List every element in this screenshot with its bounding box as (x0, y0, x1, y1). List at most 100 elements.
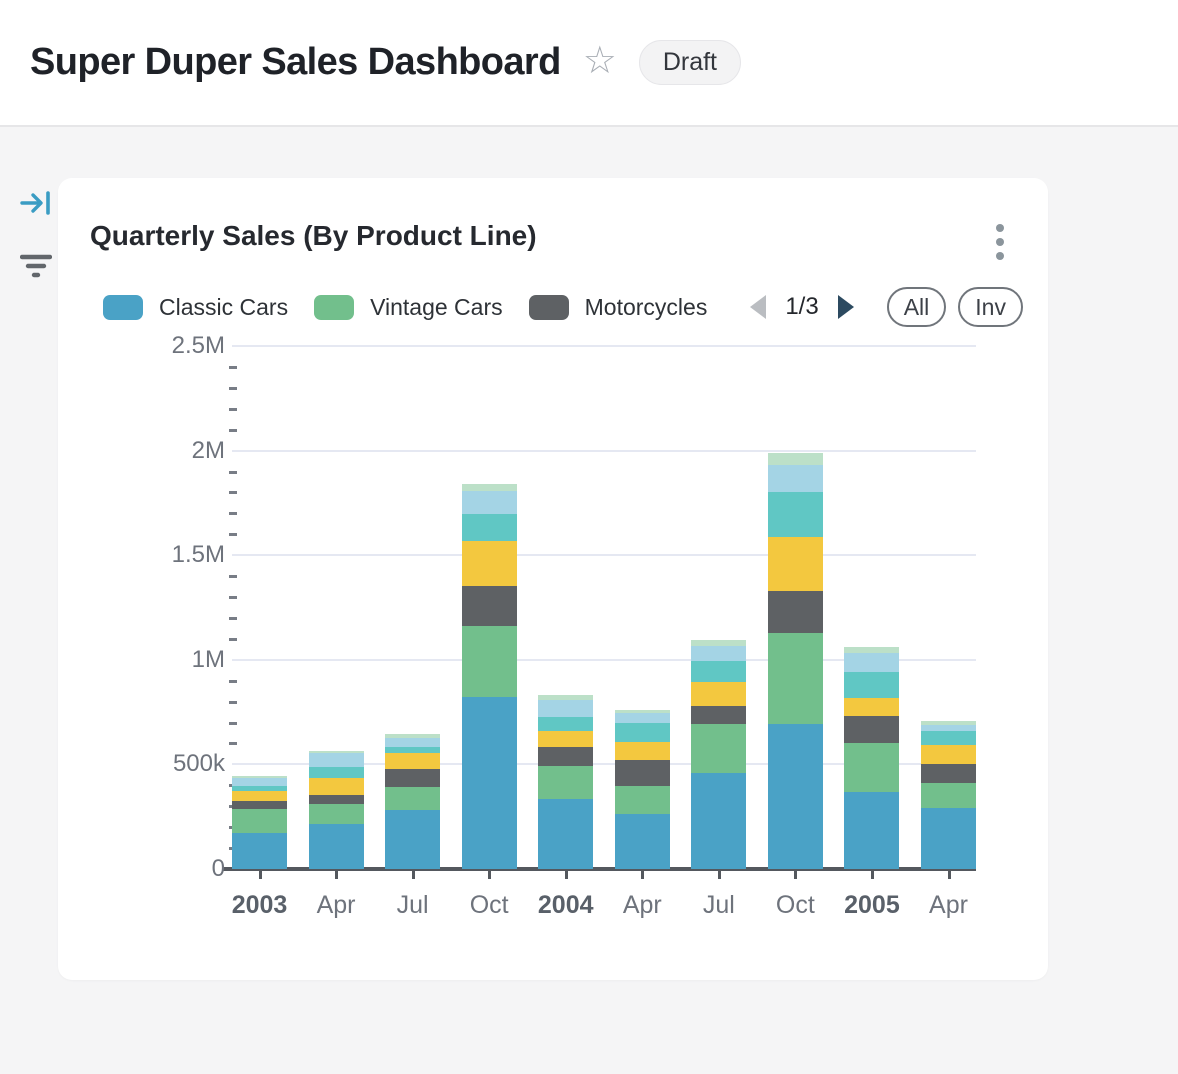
legend-item-vintage-cars[interactable]: Vintage Cars (314, 294, 503, 321)
bar-segment[interactable] (691, 724, 746, 773)
bar-segment[interactable] (921, 764, 976, 783)
bar-segment[interactable] (309, 753, 364, 767)
bar-segment[interactable] (385, 753, 440, 768)
kebab-menu-icon[interactable] (990, 220, 1010, 264)
gridline-2.5M (232, 345, 976, 347)
bar-segment[interactable] (538, 766, 593, 798)
bar-segment[interactable] (768, 465, 823, 492)
bar-segment[interactable] (462, 491, 517, 514)
x-axis-tick (948, 871, 951, 879)
bar-segment[interactable] (309, 804, 364, 824)
x-axis-tick (794, 871, 797, 879)
bar-Oct-7[interactable] (768, 452, 823, 869)
bar-segment[interactable] (615, 742, 670, 760)
y-axis-minor-tick (229, 596, 237, 599)
chart-card-header: Quarterly Sales (By Product Line) (58, 178, 1048, 264)
bar-segment[interactable] (768, 492, 823, 537)
bar-segment[interactable] (844, 647, 899, 654)
y-axis-minor-tick (229, 722, 237, 725)
bar-2003-0[interactable] (232, 776, 287, 869)
bar-segment[interactable] (232, 778, 287, 785)
y-axis-minor-tick (229, 680, 237, 683)
y-axis-minor-tick (229, 512, 237, 515)
bar-2004-4[interactable] (538, 695, 593, 869)
bar-segment[interactable] (921, 745, 976, 764)
bar-segment[interactable] (309, 795, 364, 804)
bar-segment[interactable] (844, 698, 899, 716)
favorite-star-icon[interactable]: ☆ (583, 42, 617, 80)
filter-icon[interactable] (20, 253, 52, 284)
x-axis-tick (335, 871, 338, 879)
y-axis-label: 0 (75, 855, 225, 883)
bar-segment[interactable] (615, 786, 670, 813)
bar-segment[interactable] (232, 809, 287, 833)
bar-segment[interactable] (844, 653, 899, 672)
bar-segment[interactable] (844, 792, 899, 869)
legend-swatch (314, 295, 354, 320)
bar-segment[interactable] (385, 769, 440, 787)
bar-segment[interactable] (921, 783, 976, 808)
legend-inv-button[interactable]: Inv (958, 287, 1023, 328)
bar-segment[interactable] (768, 537, 823, 591)
bar-segment[interactable] (921, 808, 976, 870)
bar-segment[interactable] (462, 541, 517, 587)
bar-segment[interactable] (385, 738, 440, 747)
bar-segment[interactable] (921, 731, 976, 745)
bar-segment[interactable] (232, 833, 287, 869)
bar-segment[interactable] (462, 697, 517, 869)
x-axis-tick (718, 871, 721, 879)
bar-segment[interactable] (615, 723, 670, 742)
next-page-icon[interactable] (835, 293, 857, 321)
x-axis-tick (412, 871, 415, 879)
bar-segment[interactable] (232, 791, 287, 801)
bar-segment[interactable] (768, 453, 823, 466)
bar-Jul-6[interactable] (691, 640, 746, 869)
legend-all-button[interactable]: All (887, 287, 947, 328)
bar-segment[interactable] (538, 747, 593, 766)
bar-segment[interactable] (844, 716, 899, 743)
bar-segment[interactable] (691, 661, 746, 683)
legend-item-motorcycles[interactable]: Motorcycles (529, 294, 708, 321)
bar-segment[interactable] (691, 646, 746, 661)
y-axis-label: 2M (75, 437, 225, 465)
bar-Apr-1[interactable] (309, 751, 364, 869)
bar-segment[interactable] (462, 586, 517, 626)
bar-segment[interactable] (538, 700, 593, 717)
y-axis-label: 1.5M (75, 541, 225, 569)
y-axis-label: 2.5M (75, 332, 225, 360)
bar-segment[interactable] (615, 713, 670, 723)
collapse-panel-icon[interactable] (20, 190, 52, 221)
bar-segment[interactable] (385, 810, 440, 869)
x-axis-label: Apr (894, 891, 1004, 920)
bar-segment[interactable] (844, 672, 899, 698)
bar-segment[interactable] (615, 760, 670, 787)
bar-segment[interactable] (691, 682, 746, 706)
bar-segment[interactable] (309, 778, 364, 795)
bar-segment[interactable] (462, 514, 517, 541)
bar-Jul-2[interactable] (385, 734, 440, 869)
bar-segment[interactable] (768, 633, 823, 724)
bar-segment[interactable] (691, 773, 746, 869)
page-title: Super Duper Sales Dashboard (30, 41, 561, 84)
prev-page-icon[interactable] (747, 293, 769, 321)
bar-segment[interactable] (385, 787, 440, 810)
bar-2005-8[interactable] (844, 647, 899, 869)
bar-Apr-5[interactable] (615, 710, 670, 869)
bar-segment[interactable] (691, 706, 746, 724)
bar-Apr-9[interactable] (921, 720, 976, 869)
bar-Oct-3[interactable] (462, 484, 517, 869)
bar-segment[interactable] (538, 799, 593, 870)
legend-item-classic-cars[interactable]: Classic Cars (103, 294, 288, 321)
bar-segment[interactable] (462, 626, 517, 697)
bar-segment[interactable] (615, 814, 670, 869)
bar-segment[interactable] (538, 717, 593, 731)
bar-segment[interactable] (232, 801, 287, 808)
bar-segment[interactable] (309, 824, 364, 869)
bar-segment[interactable] (309, 767, 364, 778)
bar-segment[interactable] (768, 724, 823, 869)
y-axis-minor-tick (229, 366, 237, 369)
bar-segment[interactable] (538, 731, 593, 748)
bar-segment[interactable] (844, 743, 899, 792)
bar-segment[interactable] (768, 591, 823, 633)
x-axis-tick (871, 871, 874, 879)
